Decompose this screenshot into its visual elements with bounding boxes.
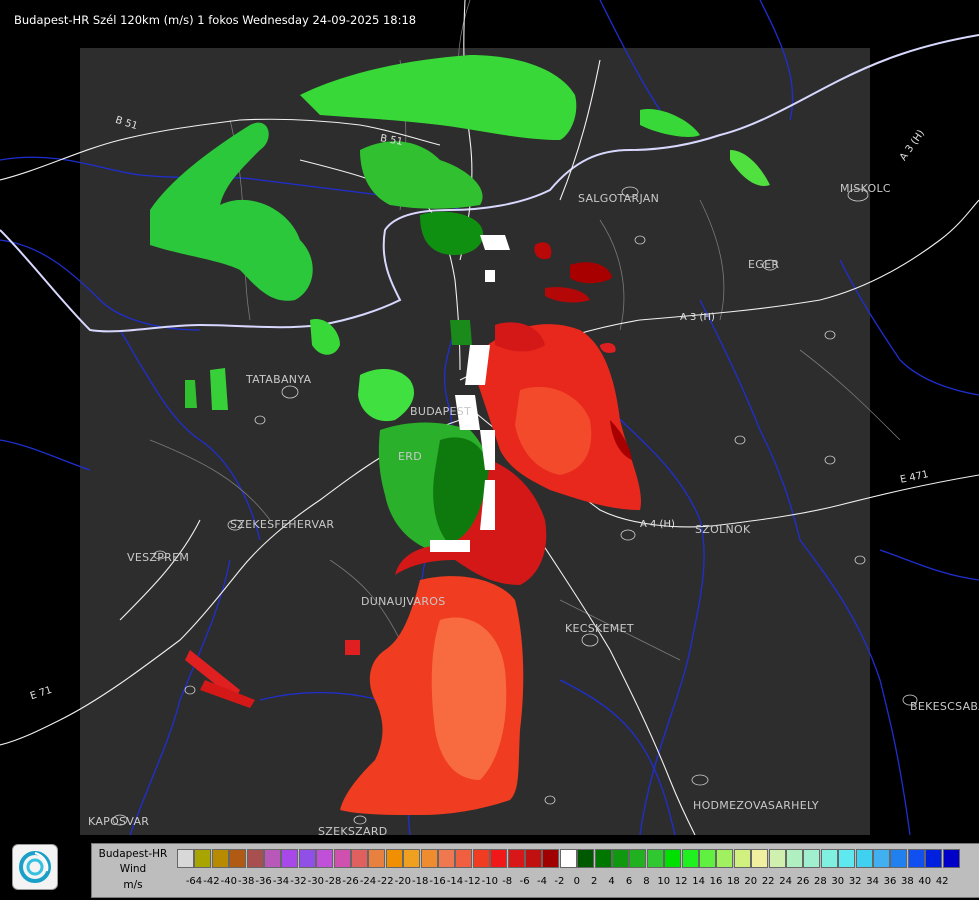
legend-swatch [333,849,351,868]
legend-swatch [925,849,943,868]
legend-swatch [542,849,560,868]
legend-swatch [890,849,908,868]
legend-swatch [420,849,438,868]
legend-swatch [699,849,716,868]
city-label-kecskemet: KECSKEMET [565,622,634,635]
legend-swatch [629,849,647,868]
city-label-veszprem: VESZPREM [127,551,190,564]
legend-swatch [368,849,386,868]
legend-swatch [942,849,960,868]
legend-swatch [177,849,194,868]
legend-swatch [716,849,734,868]
city-label-budapest: BUDAPEST [410,405,472,418]
legend-swatch [855,849,873,868]
legend-title-line1: Budapest-HR [98,848,168,860]
legend-tick-label: 42 [935,876,949,887]
legend-swatch [751,849,769,868]
city-label-erd: ERD [398,450,422,463]
legend-swatch [768,849,786,868]
legend-swatch [681,849,699,868]
road-label-a4: A 4 (H) [640,519,675,530]
legend-swatch [490,849,508,868]
map-title: Budapest-HR Szél 120km (m/s) 1 fokos Wed… [14,13,417,27]
legend-swatch [733,849,751,868]
legend-swatch [559,849,577,868]
legend-swatch [281,849,299,868]
legend-swatch [838,849,856,868]
legend-swatch [664,849,682,868]
legend-swatch [786,849,803,868]
legend-swatch [229,849,247,868]
legend-swatch [455,849,473,868]
legend-swatch [264,849,281,868]
legend-swatch [351,849,368,868]
legend-swatch [316,849,334,868]
city-label-miskolc: MISKOLC [840,182,891,195]
legend-swatch [246,849,264,868]
legend-swatch [820,849,838,868]
legend-swatch [525,849,542,868]
legend-swatch [298,849,316,868]
road-label-a3: A 3 (H) [680,312,715,323]
legend-swatch [438,849,455,868]
legend-swatch [612,849,629,868]
legend-title-line2: Wind [119,863,147,875]
legend-swatch [646,849,664,868]
legend-swatch [907,849,925,868]
city-label-kaposvar: KAPOSVAR [88,815,150,828]
radar-map [0,0,979,840]
legend-swatch [403,849,421,868]
city-label-tatabanya: TATABANYA [246,373,312,386]
city-label-szekesfehervar: SZEKESFEHERVAR [230,518,335,531]
legend-swatch [194,849,212,868]
legend-swatch [873,849,890,868]
city-label-hodmezovasarhely: HODMEZOVASARHELY [693,799,819,812]
legend-swatch [211,849,229,868]
city-label-bekescsaba: BEKESCSABA [910,700,979,713]
swirl-icon [19,851,51,883]
city-label-dunaujvaros: DUNAUJVAROS [361,595,446,608]
legend-swatch [507,849,525,868]
legend-swatch [594,849,612,868]
legend-swatch [385,849,403,868]
city-label-szolnok: SZOLNOK [695,523,751,536]
city-label-szekszard: SZEKSZARD [318,825,388,838]
legend-swatch [803,849,821,868]
city-label-eger: EGER [748,258,780,271]
omsz-logo [12,844,58,890]
city-label-salgotarjan: SALGOTARJAN [578,192,660,205]
legend-title-line3: m/s [123,879,143,891]
legend-swatch [577,849,595,868]
legend-swatch [472,849,490,868]
